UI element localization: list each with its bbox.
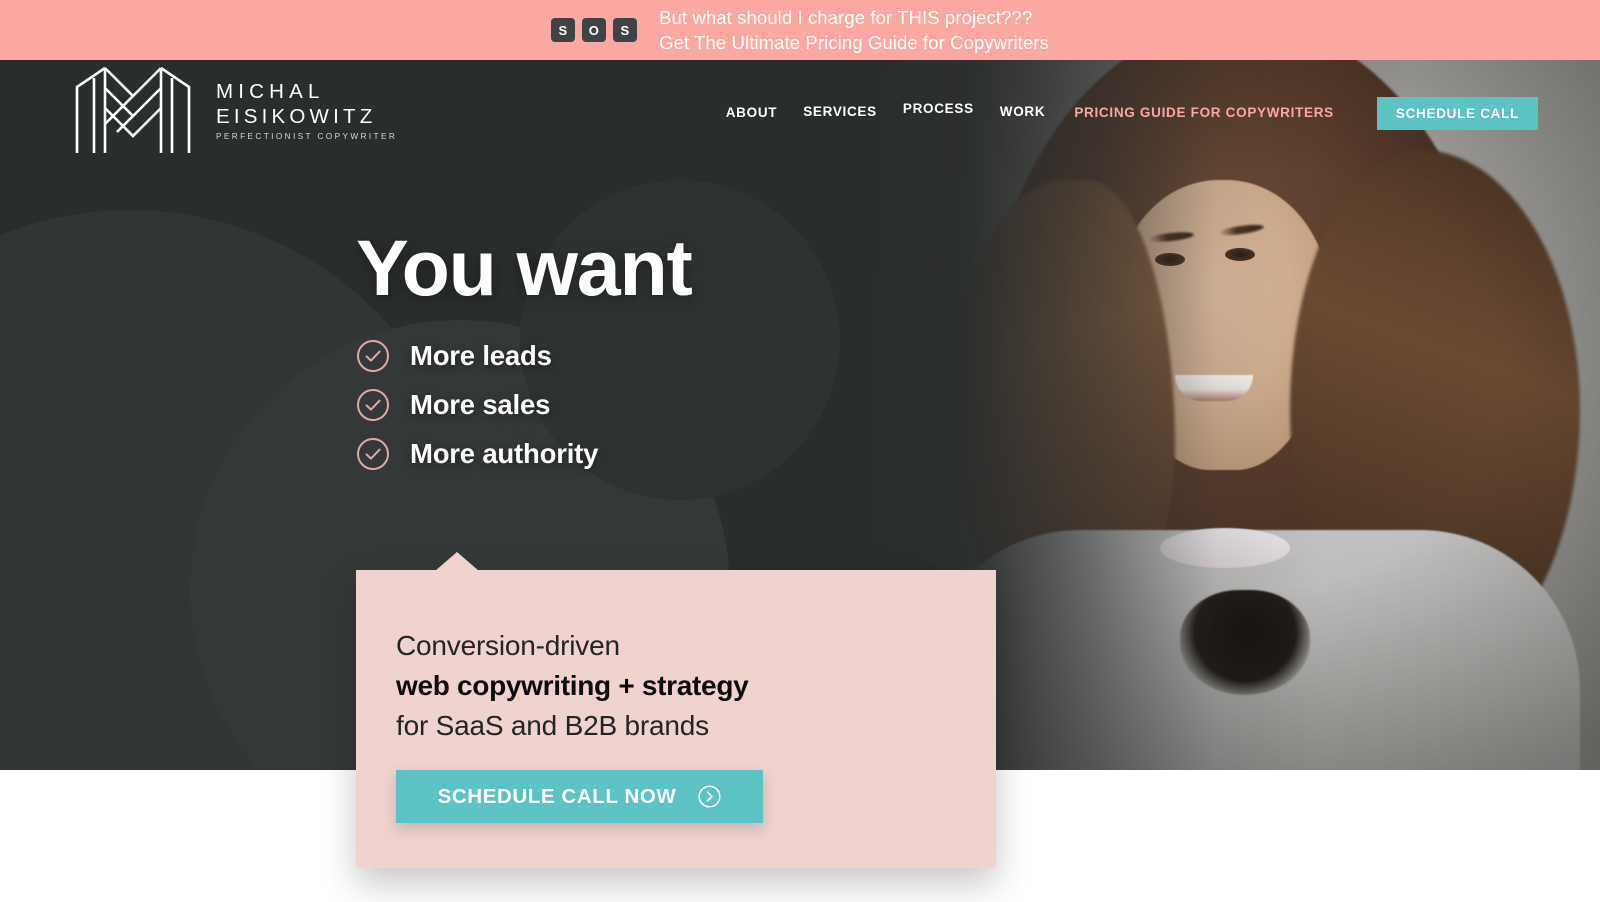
benefit-label: More sales <box>410 388 551 420</box>
check-circle-icon <box>356 388 390 422</box>
sos-key-1: S <box>551 18 576 42</box>
nav-item-process[interactable]: PROCESS <box>890 101 987 116</box>
offer-card: Conversion-driven web copywriting + stra… <box>356 552 996 868</box>
promo-line-1: But what should I charge for THIS projec… <box>659 7 1033 28</box>
promo-text: But what should I charge for THIS projec… <box>659 5 1049 55</box>
site-header: MICHAL EISIKOWITZ PERFECTIONIST COPYWRIT… <box>0 60 1600 160</box>
promo-banner[interactable]: S O S But what should I charge for THIS … <box>0 0 1600 60</box>
offer-line-1: Conversion-driven <box>396 630 620 661</box>
schedule-call-now-label: SCHEDULE CALL NOW <box>437 784 677 808</box>
nav-item-work[interactable]: WORK <box>987 104 1059 119</box>
hero-content: You want More leads More sales More auth… <box>356 223 693 478</box>
brand-tagline: PERFECTIONIST COPYWRITER <box>216 131 398 141</box>
sos-key-2: O <box>582 18 607 42</box>
benefit-label: More leads <box>410 339 552 371</box>
benefit-item: More authority <box>356 429 692 478</box>
brand-name-line-2: EISIKOWITZ <box>216 105 377 128</box>
check-circle-icon <box>356 339 390 373</box>
offer-line-3: for SaaS and B2B brands <box>396 710 709 741</box>
benefit-label: More authority <box>410 437 599 469</box>
benefit-item: More sales <box>356 380 692 429</box>
offer-card-content: Conversion-driven web copywriting + stra… <box>356 570 996 823</box>
promo-line-2: Get The Ultimate Pricing Guide for Copyw… <box>659 32 1049 53</box>
nav-item-services[interactable]: SERVICES <box>790 104 890 119</box>
nav-item-about[interactable]: ABOUT <box>713 105 791 120</box>
check-circle-icon <box>356 437 390 471</box>
benefit-item: More leads <box>356 331 692 380</box>
nav-item-pricing-guide[interactable]: PRICING GUIDE FOR COPYWRITERS <box>1058 105 1347 120</box>
offer-line-2: web copywriting + strategy <box>396 670 749 701</box>
m-monogram-logo-icon <box>72 65 194 157</box>
hero-title: You want <box>356 223 693 312</box>
brand-logo[interactable]: MICHAL EISIKOWITZ PERFECTIONIST COPYWRIT… <box>72 65 397 157</box>
sos-keys: S O S <box>551 18 638 42</box>
sos-key-3: S <box>613 18 638 42</box>
arrow-right-circle-icon <box>698 785 721 808</box>
card-pointer-notch <box>435 552 479 571</box>
hero-benefits-list: More leads More sales More authority <box>356 331 692 478</box>
nav-schedule-call-button[interactable]: SCHEDULE CALL <box>1376 96 1538 130</box>
schedule-call-now-button[interactable]: SCHEDULE CALL NOW <box>396 770 763 823</box>
brand-wordmark: MICHAL EISIKOWITZ PERFECTIONIST COPYWRIT… <box>216 79 397 143</box>
main-navigation: ABOUT SERVICES PROCESS WORK PRICING GUID… <box>713 60 1538 160</box>
brand-name-line-1: MICHAL <box>216 80 325 103</box>
landing-page: S O S But what should I charge for THIS … <box>0 0 1600 902</box>
